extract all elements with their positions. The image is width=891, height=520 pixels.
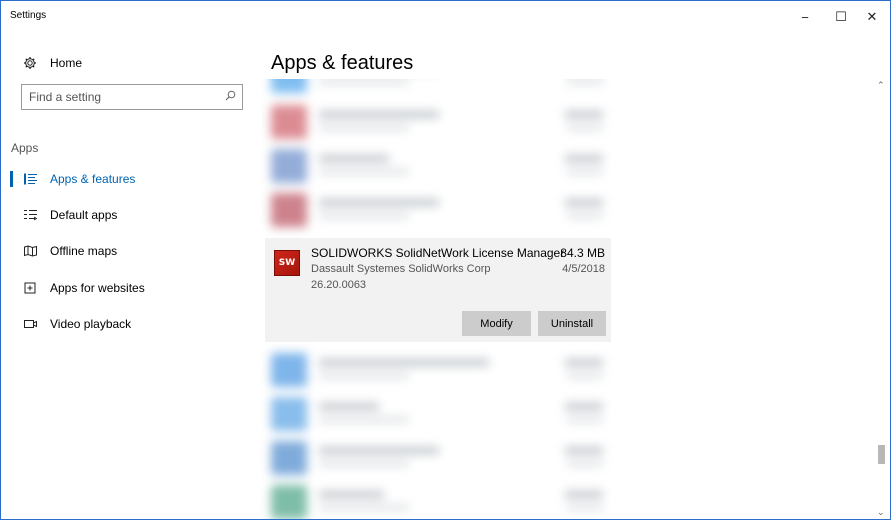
sidebar-item-label: Apps for websites [50,281,145,295]
list-item[interactable] [267,187,609,233]
page-title: Apps & features [271,52,414,74]
close-button[interactable]: ✕ [854,1,890,33]
solidworks-app-icon: SW [274,250,300,276]
sidebar-item-apps-features[interactable]: Apps & features [1,163,259,195]
scroll-thumb[interactable] [878,445,885,464]
scroll-up-icon[interactable]: ⌃ [877,80,885,91]
app-size: 84.3 MB [560,246,605,260]
web-app-icon [22,280,38,296]
home-nav-item[interactable]: Home [1,47,259,79]
sidebar: Home Apps Apps & features Default apps [1,33,259,519]
settings-window: Settings − ☐ ✕ Home Apps Apps & features [0,0,891,520]
sidebar-item-offline-maps[interactable]: Offline maps [1,235,259,267]
list-item[interactable] [267,391,609,437]
main-content: Apps & features SW SOLIDWORKS SolidNetWo… [259,33,890,519]
sidebar-item-label: Offline maps [50,244,118,258]
list-item[interactable] [267,143,609,189]
modify-button[interactable]: Modify [462,311,531,336]
sidebar-item-video-playback[interactable]: Video playback [1,308,259,340]
app-publisher: Dassault Systemes SolidWorks Corp [311,263,491,275]
selected-app-item[interactable]: SW SOLIDWORKS SolidNetWork License Manag… [265,238,611,342]
sidebar-item-apps-for-websites[interactable]: Apps for websites [1,272,259,304]
home-label: Home [50,56,83,70]
list-icon [22,171,38,187]
app-list: SW SOLIDWORKS SolidNetWork License Manag… [259,79,879,519]
window-title: Settings [10,10,47,21]
gear-icon [22,55,38,71]
scroll-down-icon[interactable]: ⌄ [877,507,885,518]
section-label: Apps [11,141,39,155]
list-item[interactable] [267,479,609,519]
list-item[interactable] [267,99,609,145]
minimize-button[interactable]: − [787,1,823,33]
list-item[interactable] [267,79,609,99]
search-icon[interactable] [225,90,236,104]
sidebar-item-label: Default apps [50,208,118,222]
sidebar-item-label: Apps & features [50,172,136,186]
app-version: 26.20.0063 [311,279,367,291]
video-icon [22,316,38,332]
search-input[interactable] [22,86,212,108]
list-item[interactable] [267,347,609,393]
app-name: SOLIDWORKS SolidNetWork License Manager [311,246,565,260]
title-bar: Settings − ☐ ✕ [1,1,890,33]
app-install-date: 4/5/2018 [562,263,605,275]
list-item[interactable] [267,435,609,481]
map-icon [22,243,38,259]
uninstall-button[interactable]: Uninstall [538,311,606,336]
sidebar-item-default-apps[interactable]: Default apps [1,199,259,231]
search-box[interactable] [21,84,243,110]
scrollbar[interactable]: ⌃ ⌄ [875,79,889,519]
default-apps-icon [22,207,38,223]
sidebar-item-label: Video playback [50,317,132,331]
